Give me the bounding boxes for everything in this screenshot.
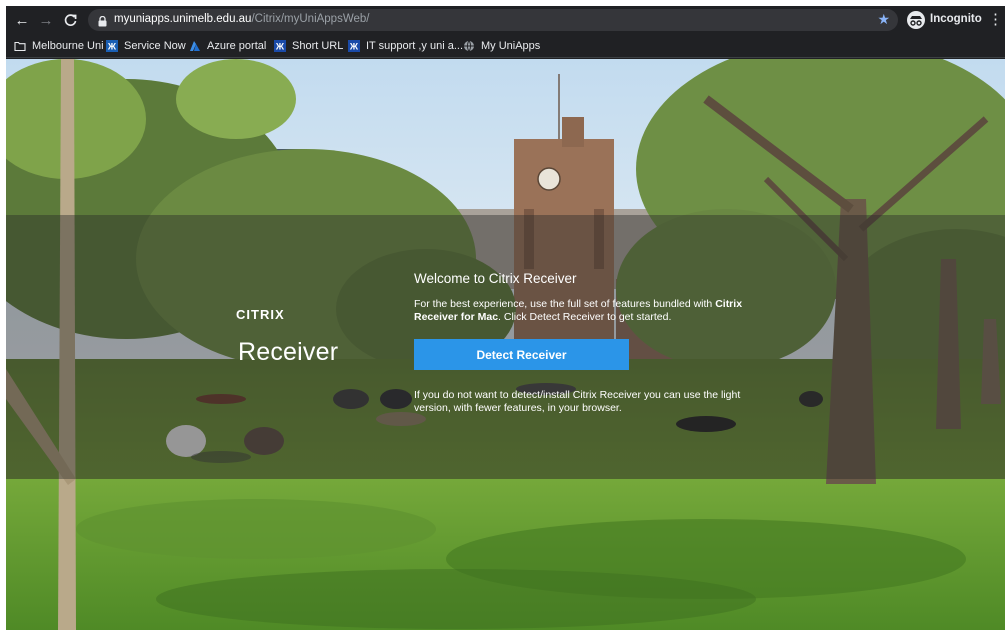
bookmark-azure-portal[interactable]: Azure portal: [189, 34, 266, 58]
bookmark-label: IT support ,y uni a...: [366, 40, 464, 52]
reload-icon[interactable]: [60, 10, 80, 30]
bookmark-label: Service Now: [124, 40, 186, 52]
citrix-logo-text: CITRIX: [236, 307, 285, 322]
citrix-login-page: CITRIX Receiver Welcome to Citrix Receiv…: [6, 59, 1005, 630]
bookmark-star-icon[interactable]: ★: [877, 11, 890, 28]
servicenow-icon: Ж: [106, 40, 118, 52]
forward-arrow-icon[interactable]: →: [36, 10, 56, 30]
browser-menu-icon[interactable]: ⋮: [988, 9, 1003, 31]
browser-window: ← → myuniapps.unimelb.edu.au/Citrix/myUn…: [6, 6, 1005, 630]
unimelb-icon: Ж: [348, 40, 360, 52]
back-arrow-icon[interactable]: ←: [12, 10, 32, 30]
bookmark-short-url[interactable]: Ж Short URL: [274, 34, 343, 58]
welcome-heading: Welcome to Citrix Receiver: [414, 271, 577, 286]
svg-text:Ж: Ж: [275, 42, 285, 52]
bookmark-my-uniapps[interactable]: My UniApps: [463, 34, 540, 58]
bookmark-service-now[interactable]: Ж Service Now: [106, 34, 186, 58]
svg-text:Ж: Ж: [107, 42, 117, 52]
url-text: myuniapps.unimelb.edu.au/Citrix/myUniApp…: [114, 13, 369, 25]
unimelb-icon: Ж: [274, 40, 286, 52]
intro-text: For the best experience, use the full se…: [414, 298, 776, 324]
bookmark-label: Azure portal: [207, 40, 267, 52]
incognito-label: Incognito: [930, 13, 982, 25]
bookmark-melbourne-uni[interactable]: Melbourne Uni: [14, 34, 104, 58]
folder-icon: [14, 40, 26, 52]
intro-text-part2: . Click Detect Receiver to get started.: [498, 311, 672, 323]
lock-icon: [98, 14, 107, 32]
address-bar[interactable]: myuniapps.unimelb.edu.au/Citrix/myUniApp…: [88, 9, 898, 31]
globe-icon: [463, 40, 475, 52]
bookmarks-bar: Melbourne Uni Ж Service Now Azure portal…: [6, 34, 1005, 58]
receiver-logo-text: Receiver: [238, 338, 339, 366]
intro-text-part1: For the best experience, use the full se…: [414, 298, 716, 310]
light-version-text: If you do not want to detect/install Cit…: [414, 389, 741, 414]
bookmark-it-support[interactable]: Ж IT support ,y uni a...: [348, 34, 463, 58]
bookmark-label: Melbourne Uni: [32, 40, 104, 52]
svg-text:Ж: Ж: [349, 42, 359, 52]
bookmark-label: Short URL: [292, 40, 344, 52]
detect-receiver-button[interactable]: Detect Receiver: [414, 339, 629, 370]
incognito-indicator[interactable]: Incognito: [905, 9, 983, 31]
browser-toolbar: ← → myuniapps.unimelb.edu.au/Citrix/myUn…: [6, 6, 1005, 34]
azure-icon: [189, 40, 201, 52]
incognito-icon: [907, 11, 925, 29]
bookmark-label: My UniApps: [481, 40, 541, 52]
url-path: /Citrix/myUniAppsWeb/: [251, 13, 370, 25]
url-host: myuniapps.unimelb.edu.au: [114, 13, 252, 25]
